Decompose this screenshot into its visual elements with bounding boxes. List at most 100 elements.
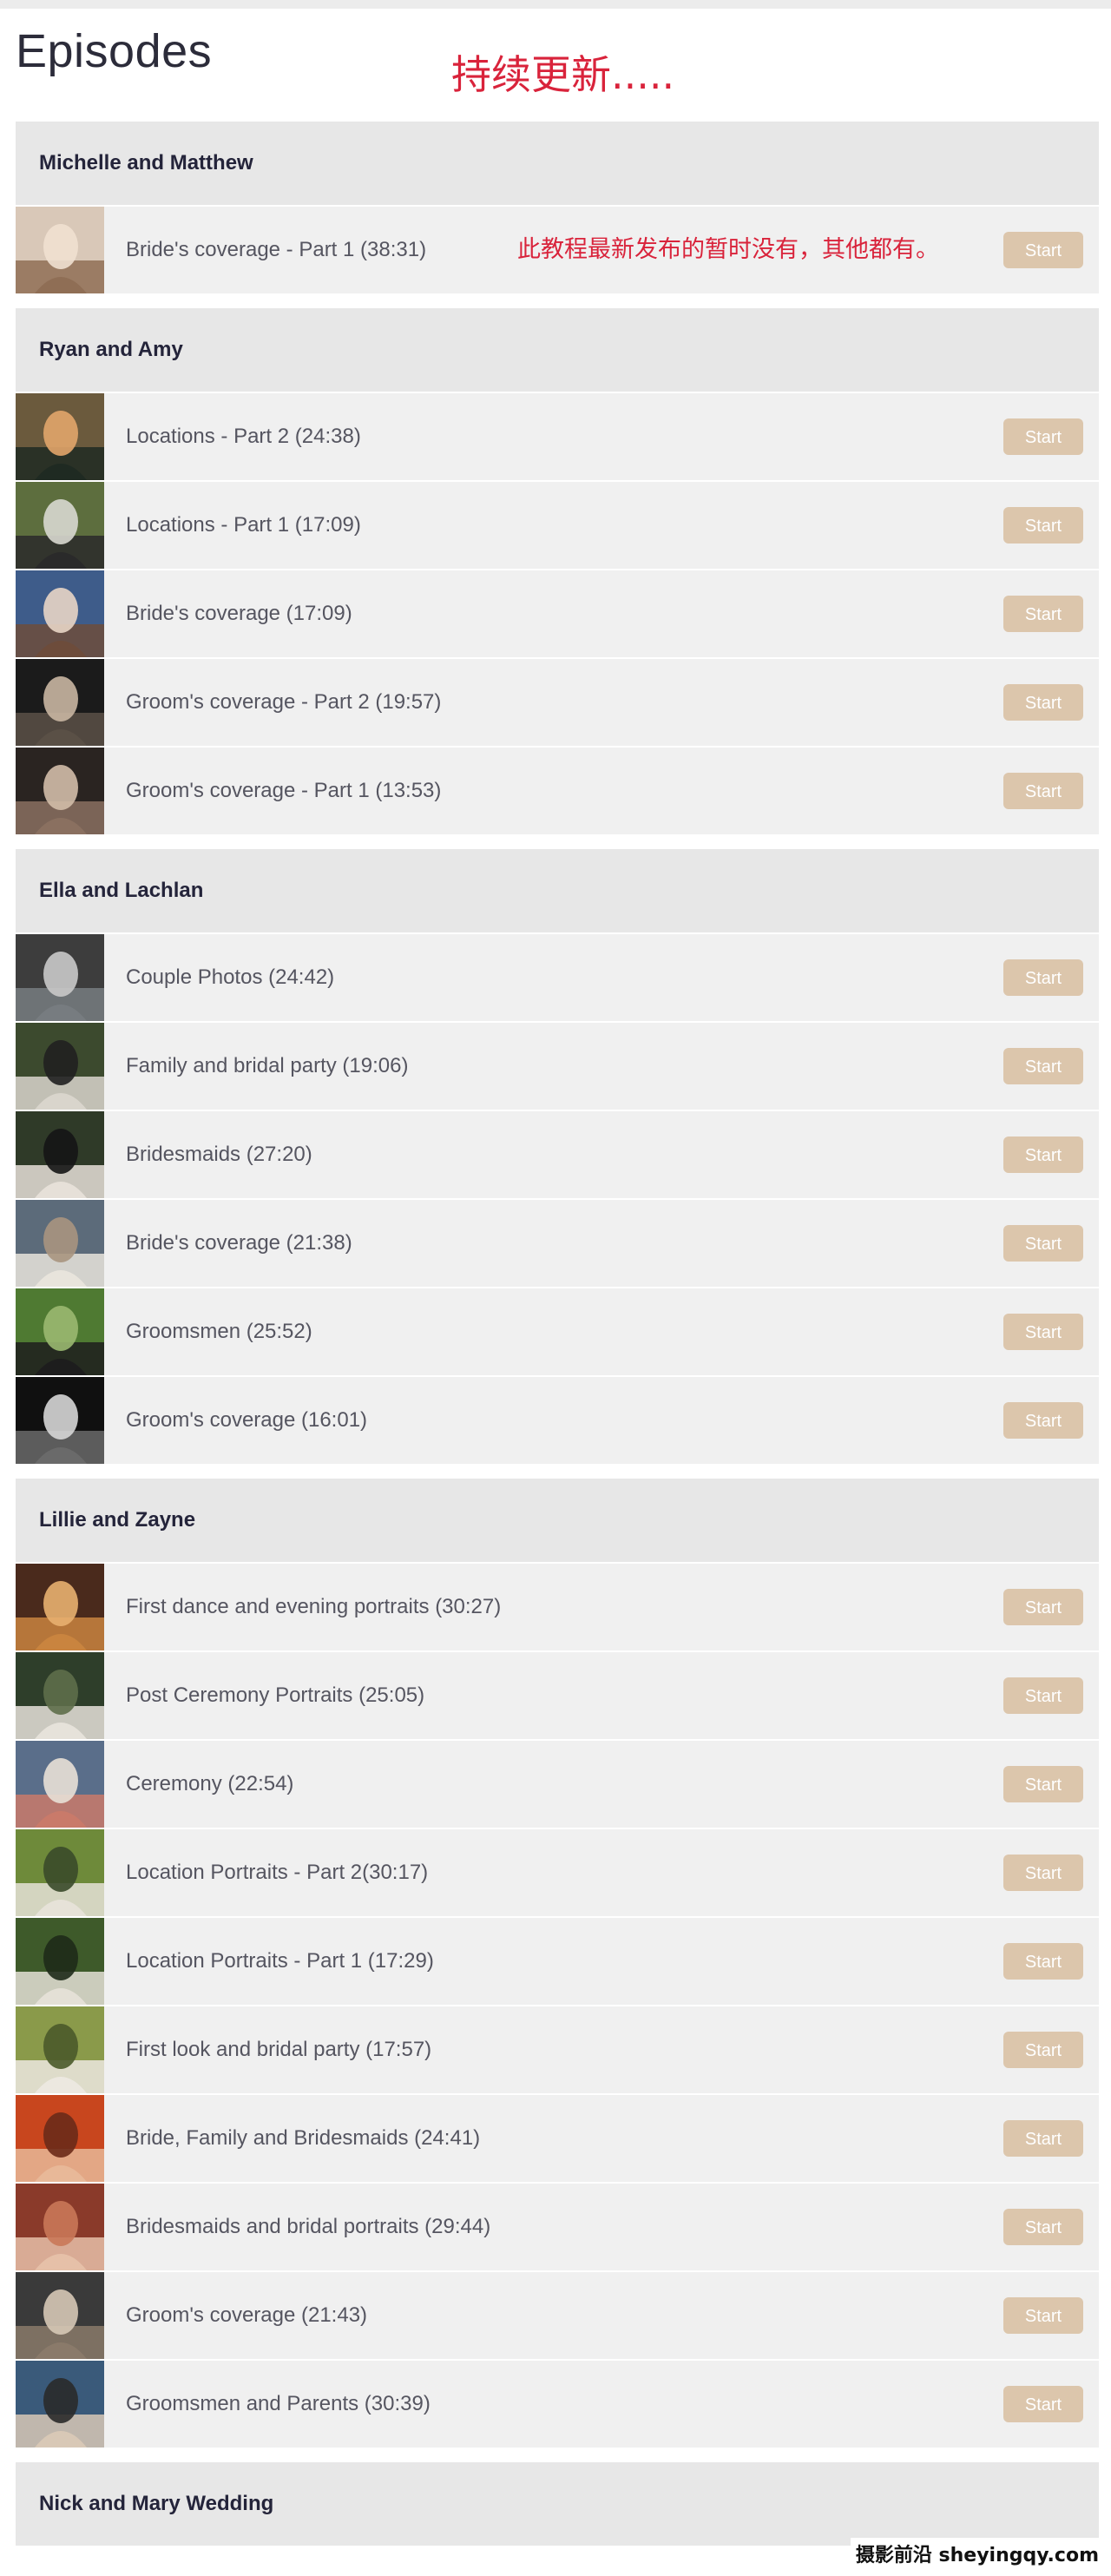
episode-title[interactable]: Couple Photos (24:42)	[126, 934, 334, 1021]
overlay-note: 持续更新.....	[451, 51, 675, 98]
episode-row[interactable]: Couple Photos (24:42) Start	[16, 934, 1099, 1021]
episode-thumbnail	[16, 934, 104, 1021]
episode-row[interactable]: Family and bridal party (19:06) Start	[16, 1023, 1099, 1110]
start-button[interactable]: Start	[1003, 2032, 1083, 2068]
episode-title[interactable]: Groom's coverage (16:01)	[126, 1377, 367, 1464]
episode-title[interactable]: Groomsmen and Parents (30:39)	[126, 2361, 431, 2448]
episode-thumbnail	[16, 659, 104, 746]
episode-row[interactable]: Bridesmaids (27:20) Start	[16, 1111, 1099, 1198]
group-header: Nick and Mary Wedding	[16, 2462, 1099, 2546]
episode-thumbnail	[16, 1829, 104, 1916]
episode-row[interactable]: Ceremony (22:54) Start	[16, 1741, 1099, 1828]
episode-row[interactable]: Groom's coverage (16:01) Start	[16, 1377, 1099, 1464]
page-title: Episodes	[16, 25, 213, 77]
start-button[interactable]: Start	[1003, 1677, 1083, 1714]
episode-row[interactable]: First look and bridal party (17:57) Start	[16, 2006, 1099, 2093]
start-button[interactable]: Start	[1003, 1943, 1083, 1980]
episode-thumbnail	[16, 2272, 104, 2359]
episode-title[interactable]: Bride, Family and Bridesmaids (24:41)	[126, 2095, 480, 2182]
episode-row[interactable]: Bride's coverage (21:38) Start	[16, 1200, 1099, 1287]
episode-row[interactable]: Bridesmaids and bridal portraits (29:44)…	[16, 2184, 1099, 2270]
episode-thumbnail	[16, 2095, 104, 2182]
episode-thumbnail	[16, 1741, 104, 1828]
start-button[interactable]: Start	[1003, 1766, 1083, 1802]
episode-title[interactable]: Bride's coverage - Part 1 (38:31)	[126, 207, 426, 293]
episode-row[interactable]: Post Ceremony Portraits (25:05) Start	[16, 1652, 1099, 1739]
episode-title[interactable]: Ceremony (22:54)	[126, 1741, 293, 1828]
episode-thumbnail	[16, 1111, 104, 1198]
episode-row[interactable]: Groom's coverage - Part 2 (19:57) Start	[16, 659, 1099, 746]
group-header: Michelle and Matthew	[16, 122, 1099, 205]
episode-row[interactable]: Bride's coverage - Part 1 (38:31) 此教程最新发布…	[16, 207, 1099, 293]
episode-title[interactable]: Groom's coverage (21:43)	[126, 2272, 367, 2359]
episode-row[interactable]: Bride, Family and Bridesmaids (24:41) Sta…	[16, 2095, 1099, 2182]
group-title: Nick and Mary Wedding	[39, 2492, 274, 2515]
episode-thumbnail	[16, 570, 104, 657]
episode-row[interactable]: Groom's coverage - Part 1 (13:53) Start	[16, 748, 1099, 834]
start-button[interactable]: Start	[1003, 1855, 1083, 1891]
episode-title[interactable]: Groom's coverage - Part 2 (19:57)	[126, 659, 441, 746]
episode-title[interactable]: Bridesmaids (27:20)	[126, 1111, 312, 1198]
episode-row[interactable]: Location Portraits - Part 2(30:17) Start	[16, 1829, 1099, 1916]
start-button[interactable]: Start	[1003, 418, 1083, 455]
start-button[interactable]: Start	[1003, 596, 1083, 632]
start-button[interactable]: Start	[1003, 1048, 1083, 1084]
start-button[interactable]: Start	[1003, 959, 1083, 996]
top-bar	[0, 0, 1111, 9]
episode-row[interactable]: Location Portraits - Part 1 (17:29) Start	[16, 1918, 1099, 2005]
start-button[interactable]: Start	[1003, 2386, 1083, 2422]
episode-row[interactable]: Groomsmen and Parents (30:39) Start	[16, 2361, 1099, 2448]
episode-thumbnail	[16, 1288, 104, 1375]
group-title: Ryan and Amy	[39, 338, 183, 361]
episode-title[interactable]: Locations - Part 2 (24:38)	[126, 393, 361, 480]
episode-title[interactable]: Bride's coverage (17:09)	[126, 570, 352, 657]
episode-thumbnail	[16, 207, 104, 293]
start-button[interactable]: Start	[1003, 1314, 1083, 1350]
watermark: 摄影前沿 sheyingqy.com	[850, 2538, 1104, 2569]
episode-row[interactable]: Groom's coverage (21:43) Start	[16, 2272, 1099, 2359]
episode-thumbnail	[16, 393, 104, 480]
episode-thumbnail	[16, 1023, 104, 1110]
start-button[interactable]: Start	[1003, 1402, 1083, 1439]
episode-row[interactable]: Groomsmen (25:52) Start	[16, 1288, 1099, 1375]
episode-thumbnail	[16, 1918, 104, 2005]
episode-thumbnail	[16, 748, 104, 834]
episode-row[interactable]: Bride's coverage (17:09) Start	[16, 570, 1099, 657]
episode-title[interactable]: Groom's coverage - Part 1 (13:53)	[126, 748, 441, 834]
start-button[interactable]: Start	[1003, 1225, 1083, 1262]
start-button[interactable]: Start	[1003, 507, 1083, 544]
episode-thumbnail	[16, 1564, 104, 1650]
start-button[interactable]: Start	[1003, 2297, 1083, 2334]
episode-thumbnail	[16, 1652, 104, 1739]
episode-title[interactable]: Post Ceremony Portraits (25:05)	[126, 1652, 424, 1739]
episode-thumbnail	[16, 2184, 104, 2270]
episode-title[interactable]: Family and bridal party (19:06)	[126, 1023, 408, 1110]
episode-title[interactable]: Locations - Part 1 (17:09)	[126, 482, 361, 569]
group-title: Ella and Lachlan	[39, 879, 204, 902]
episode-title[interactable]: First look and bridal party (17:57)	[126, 2006, 431, 2093]
episode-row[interactable]: Locations - Part 1 (17:09) Start	[16, 482, 1099, 569]
episode-title[interactable]: Bridesmaids and bridal portraits (29:44)	[126, 2184, 490, 2270]
episode-title[interactable]: Bride's coverage (21:38)	[126, 1200, 352, 1287]
episode-title[interactable]: First dance and evening portraits (30:27…	[126, 1564, 501, 1650]
episode-row[interactable]: First dance and evening portraits (30:27…	[16, 1564, 1099, 1650]
episode-title[interactable]: Location Portraits - Part 1 (17:29)	[126, 1918, 434, 2005]
start-button[interactable]: Start	[1003, 773, 1083, 809]
episode-note: 此教程最新发布的暂时没有，其他都有。	[517, 236, 939, 263]
episode-title[interactable]: Location Portraits - Part 2(30:17)	[126, 1829, 428, 1916]
group-header: Ella and Lachlan	[16, 849, 1099, 932]
start-button[interactable]: Start	[1003, 2209, 1083, 2245]
start-button[interactable]: Start	[1003, 2120, 1083, 2157]
episode-thumbnail	[16, 2006, 104, 2093]
episode-row[interactable]: Locations - Part 2 (24:38) Start	[16, 393, 1099, 480]
start-button[interactable]: Start	[1003, 684, 1083, 721]
episode-thumbnail	[16, 1377, 104, 1464]
group-header: Lillie and Zayne	[16, 1479, 1099, 1562]
episode-thumbnail	[16, 482, 104, 569]
episode-title[interactable]: Groomsmen (25:52)	[126, 1288, 312, 1375]
group-header: Ryan and Amy	[16, 308, 1099, 392]
start-button[interactable]: Start	[1003, 232, 1083, 268]
start-button[interactable]: Start	[1003, 1589, 1083, 1625]
start-button[interactable]: Start	[1003, 1136, 1083, 1173]
episode-thumbnail	[16, 1200, 104, 1287]
